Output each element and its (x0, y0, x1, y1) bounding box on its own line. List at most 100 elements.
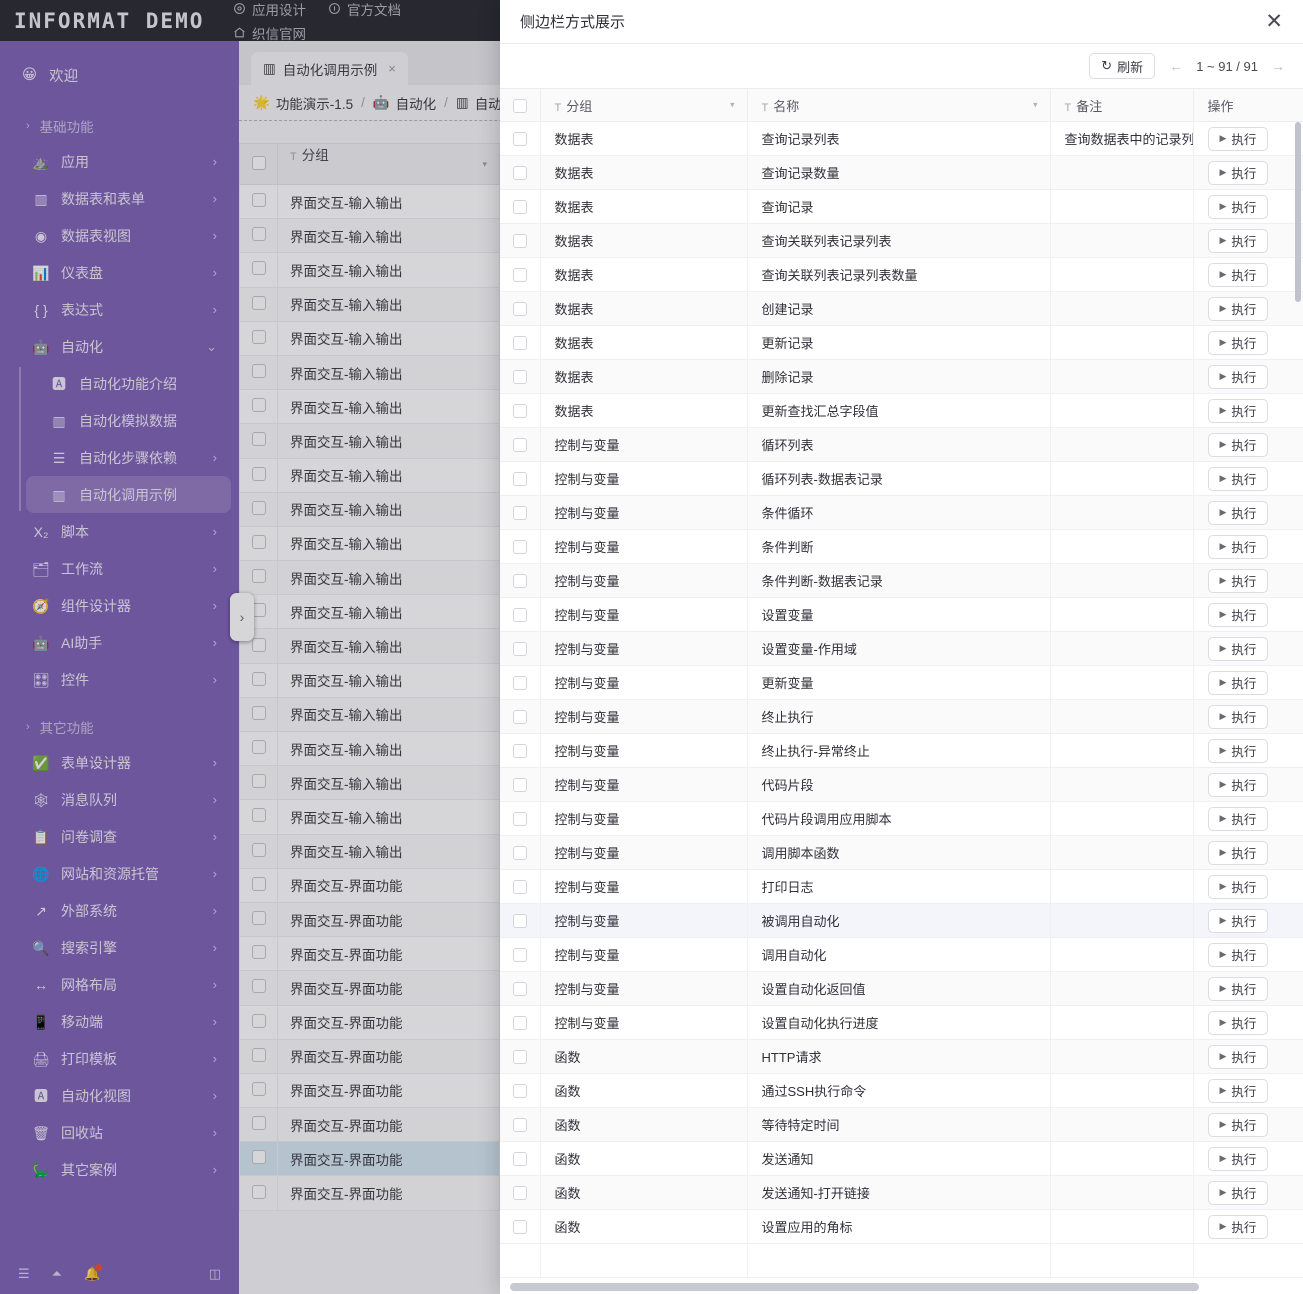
row-checkbox-cell[interactable] (500, 836, 540, 870)
table-row[interactable]: 数据表更新记录▶执行 (500, 326, 1303, 360)
execute-button[interactable]: ▶执行 (1208, 637, 1269, 661)
execute-button[interactable]: ▶执行 (1208, 1147, 1269, 1171)
execute-button[interactable]: ▶执行 (1208, 569, 1269, 593)
checkbox-icon[interactable] (513, 404, 527, 418)
table-row[interactable]: 数据表查询关联列表记录列表▶执行 (500, 224, 1303, 258)
chevron-down-icon[interactable]: ▾ (1033, 100, 1038, 111)
checkbox-icon[interactable] (513, 744, 527, 758)
row-checkbox-cell[interactable] (500, 428, 540, 462)
checkbox-icon[interactable] (513, 1084, 527, 1098)
row-checkbox-cell[interactable] (500, 394, 540, 428)
execute-button[interactable]: ▶执行 (1208, 433, 1269, 457)
close-icon[interactable]: ✕ (1265, 11, 1283, 32)
checkbox-icon[interactable] (513, 132, 527, 146)
table-row[interactable]: 数据表更新查找汇总字段值▶执行 (500, 394, 1303, 428)
checkbox-icon[interactable] (513, 1152, 527, 1166)
execute-button[interactable]: ▶执行 (1208, 603, 1269, 627)
row-checkbox-cell[interactable] (500, 734, 540, 768)
checkbox-icon[interactable] (513, 982, 527, 996)
row-checkbox-cell[interactable] (500, 1108, 540, 1142)
table-row[interactable]: 函数发送通知-打开链接▶执行 (500, 1176, 1303, 1210)
row-checkbox-cell[interactable] (500, 972, 540, 1006)
chevron-down-icon[interactable]: ▾ (730, 100, 735, 111)
execute-button[interactable]: ▶执行 (1208, 263, 1269, 287)
row-checkbox-cell[interactable] (500, 1074, 540, 1108)
checkbox-icon[interactable] (513, 99, 527, 113)
checkbox-icon[interactable] (513, 1186, 527, 1200)
table-row[interactable]: 数据表删除记录▶执行 (500, 360, 1303, 394)
column-header-note[interactable]: T备注 (1050, 89, 1193, 122)
execute-button[interactable]: ▶执行 (1208, 807, 1269, 831)
execute-button[interactable]: ▶执行 (1208, 229, 1269, 253)
row-checkbox-cell[interactable] (500, 292, 540, 326)
checkbox-icon[interactable] (513, 812, 527, 826)
execute-button[interactable]: ▶执行 (1208, 875, 1269, 899)
checkbox-icon[interactable] (513, 914, 527, 928)
row-checkbox-cell[interactable] (500, 360, 540, 394)
checkbox-icon[interactable] (513, 1050, 527, 1064)
table-row[interactable]: 控制与变量循环列表-数据表记录▶执行 (500, 462, 1303, 496)
execute-button[interactable]: ▶执行 (1208, 977, 1269, 1001)
table-row[interactable]: 控制与变量设置自动化执行进度▶执行 (500, 1006, 1303, 1040)
checkbox-icon[interactable] (513, 268, 527, 282)
row-checkbox-cell[interactable] (500, 632, 540, 666)
checkbox-icon[interactable] (513, 438, 527, 452)
checkbox-icon[interactable] (513, 166, 527, 180)
horizontal-scrollbar-track[interactable] (500, 1280, 1303, 1294)
row-checkbox-cell[interactable] (500, 462, 540, 496)
table-row[interactable]: 控制与变量打印日志▶执行 (500, 870, 1303, 904)
execute-button[interactable]: ▶执行 (1208, 127, 1269, 151)
row-checkbox-cell[interactable] (500, 904, 540, 938)
execute-button[interactable]: ▶执行 (1208, 297, 1269, 321)
table-row[interactable]: 函数通过SSH执行命令▶执行 (500, 1074, 1303, 1108)
table-row[interactable]: 控制与变量更新变量▶执行 (500, 666, 1303, 700)
refresh-button[interactable]: ↻ 刷新 (1089, 53, 1155, 79)
checkbox-icon[interactable] (513, 574, 527, 588)
row-checkbox-cell[interactable] (500, 700, 540, 734)
execute-button[interactable]: ▶执行 (1208, 671, 1269, 695)
table-row[interactable]: 数据表查询记录数量▶执行 (500, 156, 1303, 190)
table-row[interactable]: 控制与变量条件判断-数据表记录▶执行 (500, 564, 1303, 598)
table-row[interactable]: 函数设置应用的角标▶执行 (500, 1210, 1303, 1244)
row-checkbox-cell[interactable] (500, 122, 540, 156)
row-checkbox-cell[interactable] (500, 1006, 540, 1040)
table-row[interactable]: 控制与变量设置自动化返回值▶执行 (500, 972, 1303, 1006)
checkbox-icon[interactable] (513, 1118, 527, 1132)
horizontal-scrollbar-thumb[interactable] (510, 1283, 1199, 1291)
checkbox-icon[interactable] (513, 778, 527, 792)
row-checkbox-cell[interactable] (500, 190, 540, 224)
row-checkbox-cell[interactable] (500, 258, 540, 292)
row-checkbox-cell[interactable] (500, 326, 540, 360)
execute-button[interactable]: ▶执行 (1208, 1113, 1269, 1137)
row-checkbox-cell[interactable] (500, 1142, 540, 1176)
row-checkbox-cell[interactable] (500, 802, 540, 836)
checkbox-icon[interactable] (513, 948, 527, 962)
table-row[interactable]: 控制与变量条件判断▶执行 (500, 530, 1303, 564)
checkbox-icon[interactable] (513, 1220, 527, 1234)
table-row[interactable]: 函数等待特定时间▶执行 (500, 1108, 1303, 1142)
checkbox-icon[interactable] (513, 302, 527, 316)
execute-button[interactable]: ▶执行 (1208, 467, 1269, 491)
next-page-icon[interactable]: → (1271, 58, 1285, 74)
table-row[interactable]: 控制与变量设置变量▶执行 (500, 598, 1303, 632)
execute-button[interactable]: ▶执行 (1208, 331, 1269, 355)
table-row[interactable]: 控制与变量设置变量-作用域▶执行 (500, 632, 1303, 666)
execute-button[interactable]: ▶执行 (1208, 365, 1269, 389)
execute-button[interactable]: ▶执行 (1208, 1011, 1269, 1035)
checkbox-icon[interactable] (513, 200, 527, 214)
checkbox-icon[interactable] (513, 642, 527, 656)
row-checkbox-cell[interactable] (500, 768, 540, 802)
table-row[interactable]: 数据表查询关联列表记录列表数量▶执行 (500, 258, 1303, 292)
execute-button[interactable]: ▶执行 (1208, 909, 1269, 933)
row-checkbox-cell[interactable] (500, 496, 540, 530)
row-checkbox-cell[interactable] (500, 938, 540, 972)
row-checkbox-cell[interactable] (500, 1210, 540, 1244)
row-checkbox-cell[interactable] (500, 224, 540, 258)
table-row[interactable]: 控制与变量终止执行-异常终止▶执行 (500, 734, 1303, 768)
row-checkbox-cell[interactable] (500, 1176, 540, 1210)
execute-button[interactable]: ▶执行 (1208, 1079, 1269, 1103)
execute-button[interactable]: ▶执行 (1208, 943, 1269, 967)
execute-button[interactable]: ▶执行 (1208, 773, 1269, 797)
table-row[interactable]: 数据表创建记录▶执行 (500, 292, 1303, 326)
table-row[interactable]: 函数HTTP请求▶执行 (500, 1040, 1303, 1074)
